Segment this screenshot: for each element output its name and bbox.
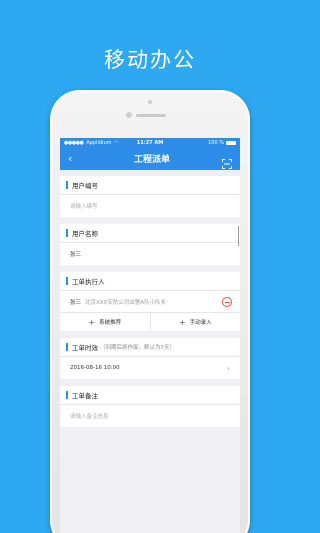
- system-recommend-button[interactable]: + 系统推荐: [60, 313, 150, 331]
- battery-icon: [225, 140, 236, 145]
- page-title: 工程派单: [133, 155, 170, 165]
- section-header: 用户编号: [60, 176, 240, 195]
- section-accent-bar: [66, 229, 68, 237]
- promo-headline: 移动办公: [104, 48, 196, 72]
- remove-executor-button[interactable]: [222, 296, 232, 307]
- phone-speaker: [136, 114, 166, 117]
- back-icon[interactable]: ‹: [68, 152, 82, 165]
- executor-name: 张三: [70, 299, 82, 306]
- user-name-field[interactable]: 张三: [60, 243, 240, 265]
- section-title: 用户编号: [72, 182, 98, 190]
- nav-bar: ‹ 工程派单: [60, 147, 240, 170]
- battery-label: 100 %: [208, 139, 224, 146]
- phone-camera: [126, 112, 132, 118]
- user-number-placeholder: 请输入编号: [70, 204, 98, 210]
- section-title: 工单时效: [72, 344, 98, 352]
- section-accent-bar: [66, 391, 68, 399]
- section-hint: （到期后将作废，默认为7天）: [100, 345, 176, 351]
- section-accent-bar: [66, 181, 68, 189]
- scan-icon[interactable]: [221, 154, 232, 169]
- plus-icon: +: [178, 317, 186, 327]
- remark-placeholder: 请输入备注信息: [70, 414, 109, 420]
- phone-screen: ●●●●● Applidium ◠ 11:27 AM 100 % ‹ 工程派单: [60, 138, 240, 533]
- phone-frame: ●●●●● Applidium ◠ 11:27 AM 100 % ‹ 工程派单: [50, 90, 250, 533]
- signal-icon: ●●●●●: [64, 139, 84, 146]
- status-time: 11:27 AM: [136, 139, 164, 146]
- section-title: 工单执行人: [72, 278, 105, 286]
- section-accent-bar: [66, 343, 68, 351]
- section-title: 工单备注: [72, 392, 98, 400]
- chevron-right-icon: ›: [226, 363, 230, 373]
- manual-entry-button[interactable]: + 手动录入: [149, 313, 241, 331]
- section-accent-bar: [66, 277, 68, 285]
- section-remark: 工单备注 请输入备注信息: [60, 386, 240, 427]
- user-number-input[interactable]: 请输入编号: [60, 195, 240, 217]
- manual-entry-label: 手动录入: [189, 320, 212, 326]
- section-timeliness: 工单时效 （到期后将作废，默认为7天） 2016-08-16 10:00 ›: [60, 338, 240, 379]
- carrier-label: Applidium: [86, 139, 112, 146]
- section-user-name: 用户名称 张三: [60, 224, 240, 265]
- section-user-number: 用户编号 请输入编号: [60, 176, 240, 217]
- status-bar: ●●●●● Applidium ◠ 11:27 AM 100 %: [60, 138, 240, 147]
- date-value: 2016-08-16 10:00: [70, 365, 120, 371]
- executor-detail: 北京XXX安防公司出警A队小队长: [85, 299, 167, 306]
- form-content: 用户编号 请输入编号 用户名称 张三 工单执行人 张三 北京XXX安防公司出警A…: [60, 170, 240, 427]
- date-picker-row[interactable]: 2016-08-16 10:00 ›: [60, 357, 240, 379]
- plus-icon: +: [88, 317, 96, 327]
- section-title: 用户名称: [72, 230, 98, 238]
- section-header: 工单备注: [60, 386, 240, 405]
- section-header: 工单时效 （到期后将作废，默认为7天）: [60, 338, 240, 357]
- phone-sensor: [148, 100, 152, 104]
- remark-input[interactable]: 请输入备注信息: [60, 405, 240, 427]
- system-recommend-label: 系统推荐: [99, 320, 122, 326]
- wifi-icon: ◠: [114, 139, 119, 146]
- executor-actions: + 系统推荐 + 手动录入: [60, 313, 240, 331]
- section-executor: 工单执行人 张三 北京XXX安防公司出警A队小队长 + 系统推荐 + 手动录入: [60, 272, 240, 331]
- executor-item: 张三 北京XXX安防公司出警A队小队长: [60, 291, 240, 313]
- section-header: 用户名称: [60, 224, 240, 243]
- scrollbar[interactable]: [237, 226, 239, 246]
- section-header: 工单执行人: [60, 272, 240, 291]
- user-name-value: 张三: [70, 252, 82, 258]
